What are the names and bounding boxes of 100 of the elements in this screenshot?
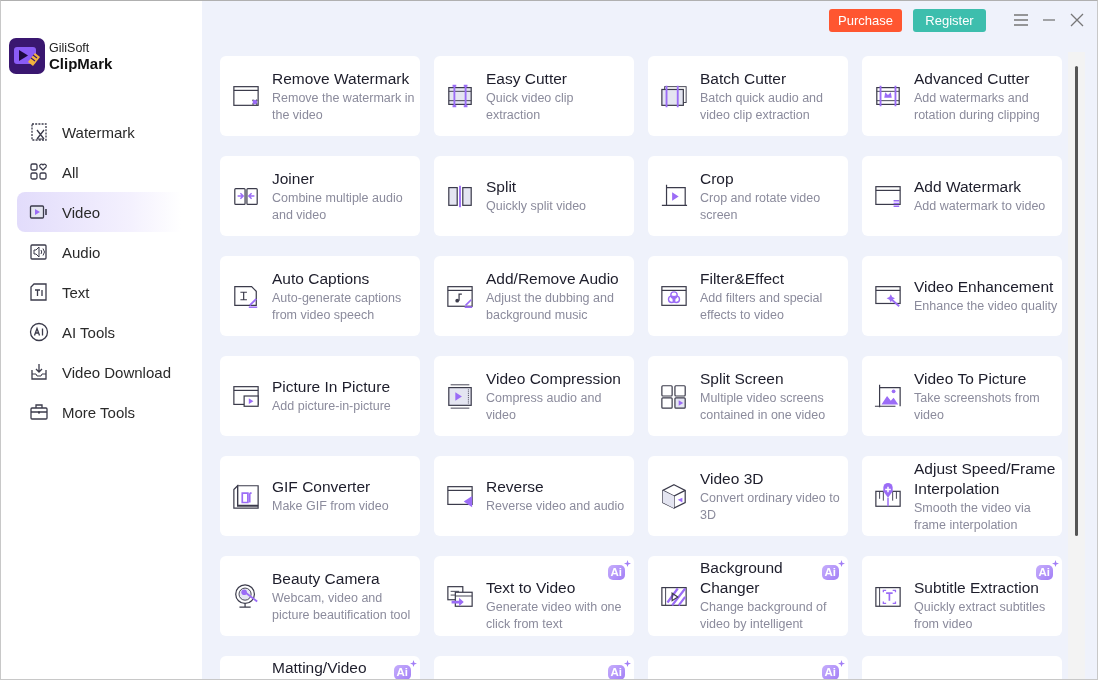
speaker-icon (29, 242, 49, 262)
webcam-icon (232, 582, 260, 610)
tool-description: Convert ordinary video to 3D (700, 489, 841, 524)
toolbox-icon (29, 402, 49, 422)
tool-description: Webcam, video and picture beautification tool (272, 589, 412, 624)
sidebar-item[interactable]: Audio (17, 232, 181, 272)
tool-title: Reverse (486, 477, 544, 497)
tool-title: Beauty Camera (272, 568, 380, 589)
compress-video-icon (446, 382, 474, 410)
tool-description: Generate video with one click from text (486, 599, 623, 633)
app-name: ClipMark (49, 54, 113, 72)
tool-description: Quickly split video (486, 198, 588, 215)
tool-card[interactable]: Joiner Combine multiple audio and video (220, 156, 420, 236)
gif-file-icon (232, 482, 260, 510)
tool-title: Split Screen (700, 368, 784, 389)
scrollbar-thumb[interactable] (1075, 66, 1078, 536)
tool-title: Subtitle Extraction (914, 578, 1039, 598)
film-cut-icon (446, 82, 474, 110)
tool-description: Auto-generate captions from video speech (272, 289, 403, 324)
tool-description: Add watermark to video (914, 198, 1047, 215)
brand-name: GiliSoft (49, 40, 91, 55)
tool-title: Add/Remove Audio (486, 268, 619, 289)
grid-heart-icon (29, 162, 49, 182)
tool-card[interactable]: Reverse Reverse video and audio (434, 456, 634, 536)
tool-title: Auto Captions (272, 268, 370, 289)
sparkle-icon (624, 660, 631, 667)
tool-description: Add filters and special effects to video (700, 289, 824, 324)
tool-card[interactable]: GIF Converter Make GIF from video (220, 456, 420, 536)
tool-description: Add picture-in-picture (272, 398, 392, 415)
timeline-pin-icon (874, 482, 902, 510)
close-icon[interactable] (1069, 12, 1085, 28)
tool-card[interactable]: Auto Captions Auto-generate captions from video speech (220, 256, 420, 336)
download-icon (29, 362, 49, 382)
tool-title: Advanced Cutter (914, 68, 1030, 89)
sparkle-icon (624, 560, 631, 567)
tool-card[interactable]: Split Quickly split video (434, 156, 634, 236)
tool-description: Adjust the dubbing and background music (486, 289, 615, 324)
tool-title: Matting/Video (272, 658, 367, 678)
text-document-icon (29, 282, 49, 302)
tool-title: GIF Converter (272, 477, 371, 497)
tool-card[interactable]: Crop Crop and rotate video screen (648, 156, 848, 236)
tool-description: Enhance the video quality (914, 298, 1059, 315)
split-screen-icon (660, 382, 688, 410)
tool-card[interactable]: Video To Picture Take screenshots from video (862, 356, 1062, 436)
tool-title: Easy Cutter (486, 68, 567, 89)
tool-title: Add Watermark (914, 177, 1022, 197)
cube-icon (660, 482, 688, 510)
ai-circle-icon (29, 322, 49, 342)
tool-description: Take screenshots from video (914, 389, 1041, 424)
tool-title: Video 3D (700, 468, 764, 489)
sidebar-item[interactable]: All (17, 152, 181, 192)
sidebar-item[interactable]: More Tools (17, 392, 181, 432)
tool-card[interactable]: Remove Watermark Remove the watermark in the video (220, 56, 420, 136)
sidebar-item[interactable]: Video Download (17, 352, 181, 392)
tool-card[interactable]: Advanced Cutter Add watermarks and rotation during clipping (862, 56, 1062, 136)
sparkle-icon (410, 660, 417, 667)
tool-description: Reverse video and audio (486, 498, 626, 515)
app-logo-icon (9, 38, 45, 74)
tool-title: Adjust Speed/Frame Interpolation (914, 458, 1057, 499)
tool-description: Add watermarks and rotation during clipping (914, 89, 1041, 124)
tool-description: Smooth the video via frame interpolation (914, 499, 1032, 534)
sparkle-icon (1052, 560, 1059, 567)
sidebar-item[interactable]: Text (17, 272, 181, 312)
tool-title: Crop (700, 168, 734, 189)
tool-title: Video Compression (486, 368, 621, 389)
watermark-icon (29, 122, 49, 142)
tool-card[interactable]: Split Screen Multiple video screens contained in one video (648, 356, 848, 436)
tool-title: Text to Video (486, 578, 576, 598)
tool-description: Remove the watermark in the video (272, 89, 416, 124)
tool-description: Crop and rotate video screen (700, 189, 822, 224)
tool-card[interactable]: Filter&Effect Add filters and special effects to video (648, 256, 848, 336)
tool-card[interactable]: Easy Cutter Quick video clip extraction (434, 56, 634, 136)
tool-description: Combine multiple audio and video (272, 189, 404, 224)
tool-card[interactable]: Picture In Picture Add picture-in-picture (220, 356, 420, 436)
tool-card[interactable]: Add/Remove Audio Adjust the dubbing and background music (434, 256, 634, 336)
sidebar-item[interactable]: Watermark (17, 112, 181, 152)
scrollbar[interactable] (1068, 52, 1085, 679)
tool-title: Split (486, 177, 517, 197)
tool-description: Compress audio and video (486, 389, 603, 424)
tool-title: Filter&Effect (700, 268, 785, 289)
tool-description: Change background of video by intelligent (700, 599, 828, 633)
tool-card[interactable]: Video Compression Compress audio and video (434, 356, 634, 436)
sparkle-icon (838, 660, 845, 667)
tool-card[interactable]: Add Watermark Add watermark to video (862, 156, 1062, 236)
tool-description: Batch quick audio and video clip extraction (700, 89, 824, 124)
menu-icon[interactable] (1013, 12, 1029, 28)
tool-card[interactable]: Video Enhancement Enhance the video quality (862, 256, 1062, 336)
tool-title: Video Enhancement (914, 277, 1054, 297)
tool-description: Quickly extract subtitles from video (914, 599, 1047, 633)
tool-title: Remove Watermark (272, 68, 410, 89)
tool-title: Video To Picture (914, 368, 1027, 389)
tool-description: Quick video clip extraction (486, 89, 575, 124)
tool-card[interactable]: Batch Cutter Batch quick audio and video clip extraction (648, 56, 848, 136)
tool-title: Batch Cutter (700, 68, 787, 89)
sidebar-item[interactable]: AI Tools (17, 312, 181, 352)
tool-card[interactable]: Video 3D Convert ordinary video to 3D (648, 456, 848, 536)
tool-card[interactable]: Adjust Speed/Frame Interpolation Smooth the video via frame interpolation (862, 456, 1062, 536)
video-icon (29, 202, 49, 222)
tool-card[interactable]: Beauty Camera Webcam, video and picture beautification tool (220, 556, 420, 636)
tool-title: Picture In Picture (272, 377, 391, 397)
